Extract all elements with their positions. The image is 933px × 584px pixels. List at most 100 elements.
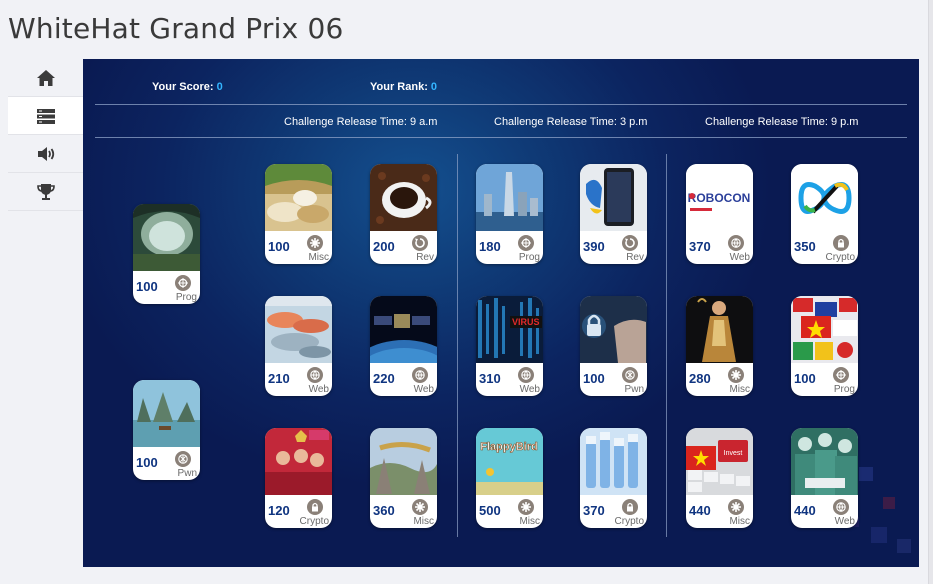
challenge-image-vials xyxy=(580,428,647,495)
challenge-board: Your Score: 0 Your Rank: 0 Challenge Rel… xyxy=(83,59,919,567)
challenge-category: Web xyxy=(308,384,329,395)
globe-icon xyxy=(728,235,744,251)
challenge-category: Prog xyxy=(518,252,540,263)
challenge-points: 100 xyxy=(794,371,816,386)
challenge-points: 120 xyxy=(268,503,290,518)
sidebar xyxy=(8,59,83,211)
challenge-image-football xyxy=(265,428,332,495)
challenge-image-rice xyxy=(265,164,332,231)
challenge-category: Misc xyxy=(413,516,434,527)
crosshair-icon xyxy=(833,367,849,383)
divider xyxy=(95,137,907,138)
challenge-category: Misc xyxy=(519,516,540,527)
challenge-card[interactable]: VIRUS 310 Web xyxy=(476,296,543,396)
challenge-points: 500 xyxy=(479,503,501,518)
challenge-card[interactable]: 180 Prog xyxy=(476,164,543,264)
challenge-card[interactable]: 210 Web xyxy=(265,296,332,396)
challenge-card[interactable]: Invest 440 Misc xyxy=(686,428,753,528)
board-frame: Your Score: 0 Your Rank: 0 Challenge Rel… xyxy=(83,59,919,567)
lock-icon xyxy=(307,499,323,515)
challenge-points: 210 xyxy=(268,371,290,386)
challenge-category: Web xyxy=(834,516,855,527)
sidebar-item-scoreboard[interactable] xyxy=(8,173,83,211)
asterisk-icon xyxy=(307,235,323,251)
challenge-image-flappybird: FlappyBird xyxy=(476,428,543,495)
challenge-card[interactable]: 120 Crypto xyxy=(265,428,332,528)
challenge-points: 100 xyxy=(136,279,158,294)
challenge-card[interactable]: 220 Web xyxy=(370,296,437,396)
undo-icon xyxy=(622,235,638,251)
asterisk-icon xyxy=(728,499,744,515)
challenge-image-surgeons xyxy=(791,428,858,495)
sidebar-item-challenges[interactable] xyxy=(8,97,83,135)
challenge-category: Web xyxy=(413,384,434,395)
asterisk-icon xyxy=(412,499,428,515)
challenge-card[interactable]: 440 Web xyxy=(791,428,858,528)
column-divider xyxy=(457,154,458,537)
rank-display: Your Rank: 0 xyxy=(370,81,437,93)
challenge-card[interactable]: 100 Prog xyxy=(133,204,200,304)
challenge-card[interactable]: 100 Prog xyxy=(791,296,858,396)
score-display: Your Score: 0 xyxy=(152,81,223,93)
challenge-card[interactable]: 100 Pwn xyxy=(580,296,647,396)
challenge-image-coffee xyxy=(370,164,437,231)
divider xyxy=(95,104,907,105)
sidebar-item-home[interactable] xyxy=(8,59,83,97)
rank-value: 0 xyxy=(430,81,438,93)
challenge-points: 200 xyxy=(373,239,395,254)
challenge-image-lock-hand xyxy=(580,296,647,363)
svg-text:VIRUS: VIRUS xyxy=(512,317,540,327)
home-icon xyxy=(36,69,55,86)
challenge-points: 390 xyxy=(583,239,605,254)
release-time-2: Challenge Release Time: 3 p.m xyxy=(494,116,648,128)
volume-icon xyxy=(37,146,54,161)
challenge-points: 370 xyxy=(583,503,605,518)
challenge-card[interactable]: 370 Crypto xyxy=(580,428,647,528)
challenge-points: 100 xyxy=(136,455,158,470)
asterisk-icon xyxy=(728,367,744,383)
challenge-image-seafood xyxy=(265,296,332,363)
challenge-category: Crypto xyxy=(825,252,855,263)
challenge-category: Web xyxy=(729,252,750,263)
challenge-points: 100 xyxy=(583,371,605,386)
sidebar-item-announcements[interactable] xyxy=(8,135,83,173)
challenge-card[interactable]: 280 Misc xyxy=(686,296,753,396)
challenge-points: 370 xyxy=(689,239,711,254)
globe-icon xyxy=(412,367,428,383)
challenge-points: 440 xyxy=(689,503,711,518)
bug-icon xyxy=(622,367,638,383)
challenge-points: 360 xyxy=(373,503,395,518)
lock-icon xyxy=(622,499,638,515)
svg-text:FlappyBird: FlappyBird xyxy=(480,441,537,453)
challenge-points: 100 xyxy=(268,239,290,254)
challenge-category: Misc xyxy=(729,516,750,527)
page-title: WhiteHat Grand Prix 06 xyxy=(8,12,344,45)
crosshair-icon xyxy=(518,235,534,251)
challenge-card[interactable]: 360 Misc xyxy=(370,428,437,528)
challenge-points: 220 xyxy=(373,371,395,386)
crosshair-icon xyxy=(175,275,191,291)
challenge-card[interactable]: 100 Misc xyxy=(265,164,332,264)
page-scrollbar[interactable] xyxy=(928,0,933,584)
undo-icon xyxy=(412,235,428,251)
challenge-card[interactable]: 100 Pwn xyxy=(133,380,200,480)
challenge-category: Crypto xyxy=(299,516,329,527)
challenge-image-phone-parrot xyxy=(580,164,647,231)
globe-icon xyxy=(518,367,534,383)
svg-text:ROBOCON: ROBOCON xyxy=(688,191,751,205)
challenge-card[interactable]: 350 Crypto xyxy=(791,164,858,264)
challenge-card[interactable]: FlappyBird 500 Misc xyxy=(476,428,543,528)
challenge-card[interactable]: ROBOCON 370 Web xyxy=(686,164,753,264)
challenge-card[interactable]: 200 Rev xyxy=(370,164,437,264)
challenge-image-cave xyxy=(133,204,200,271)
trophy-icon xyxy=(36,183,55,200)
challenge-points: 350 xyxy=(794,239,816,254)
asterisk-icon xyxy=(518,499,534,515)
challenge-image-virus: VIRUS xyxy=(476,296,543,363)
challenge-image-skyline xyxy=(476,164,543,231)
release-time-1: Challenge Release Time: 9 a.m xyxy=(284,116,438,128)
challenge-image-keyboard-flag: Invest xyxy=(686,428,753,495)
challenge-card[interactable]: 390 Rev xyxy=(580,164,647,264)
challenge-category: Misc xyxy=(308,252,329,263)
bug-icon xyxy=(175,451,191,467)
